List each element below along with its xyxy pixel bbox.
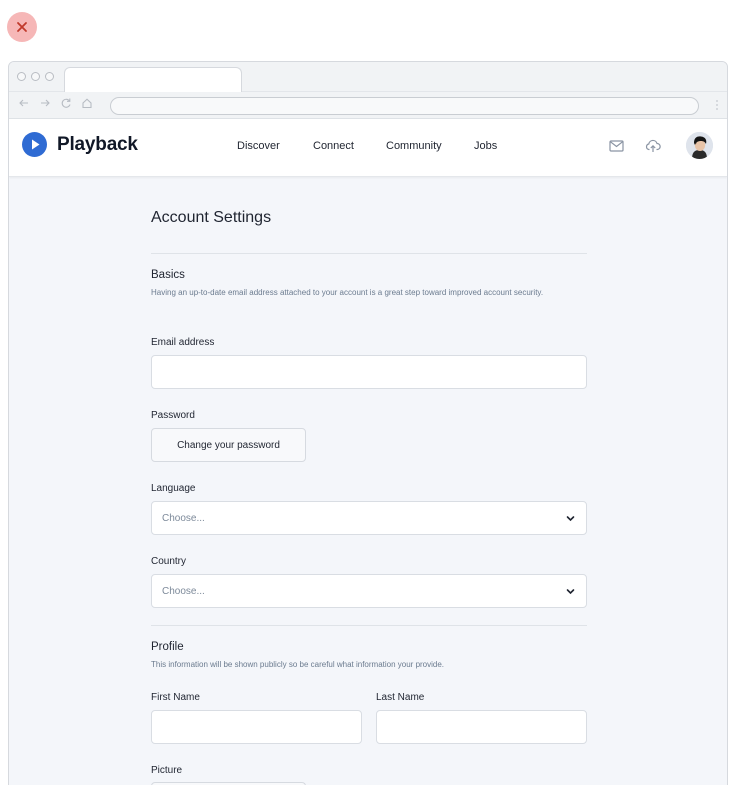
window-controls bbox=[17, 72, 54, 81]
section-title-profile: Profile bbox=[151, 641, 184, 653]
password-label: Password bbox=[151, 410, 195, 421]
back-arrow-icon[interactable] bbox=[18, 97, 30, 109]
mail-icon bbox=[609, 139, 624, 152]
browser-titlebar bbox=[9, 62, 727, 93]
brand-logo[interactable]: Playback bbox=[22, 132, 138, 157]
last-name-field[interactable] bbox=[376, 710, 587, 744]
divider bbox=[151, 625, 587, 626]
section-description-profile: This information will be shown publicly … bbox=[151, 660, 445, 669]
upload-icon bbox=[645, 139, 661, 152]
app-navbar: Playback Discover Connect Community Jobs bbox=[9, 119, 727, 177]
play-logo-icon bbox=[22, 132, 47, 157]
first-name-label: First Name bbox=[151, 692, 200, 703]
window-minimize-dot[interactable] bbox=[31, 72, 40, 81]
last-name-label: Last Name bbox=[376, 692, 425, 703]
address-bar[interactable] bbox=[110, 97, 699, 115]
email-field[interactable] bbox=[151, 355, 587, 389]
brand-name: Playback bbox=[57, 133, 138, 155]
section-title-basics: Basics bbox=[151, 269, 185, 281]
browser-toolbar bbox=[9, 92, 727, 119]
more-menu-icon[interactable] bbox=[715, 98, 719, 112]
nav-jobs[interactable]: Jobs bbox=[474, 140, 497, 152]
country-label: Country bbox=[151, 556, 187, 567]
chevron-down-icon bbox=[566, 589, 575, 595]
email-label: Email address bbox=[151, 337, 215, 348]
country-select[interactable]: Choose... bbox=[151, 574, 587, 608]
home-icon[interactable] bbox=[81, 97, 93, 109]
messages-button[interactable] bbox=[609, 139, 624, 152]
forward-arrow-icon[interactable] bbox=[39, 97, 51, 109]
window-close-dot[interactable] bbox=[17, 72, 26, 81]
browser-window: Playback Discover Connect Community Jobs bbox=[8, 61, 728, 785]
nav-connect[interactable]: Connect bbox=[313, 140, 386, 152]
picture-label: Picture bbox=[151, 765, 183, 776]
nav-discover[interactable]: Discover bbox=[237, 140, 313, 152]
section-description-basics: Having an up-to-date email address attac… bbox=[151, 288, 544, 297]
language-select-value: Choose... bbox=[162, 513, 205, 524]
close-button[interactable] bbox=[7, 12, 37, 42]
language-select[interactable]: Choose... bbox=[151, 501, 587, 535]
upload-button[interactable] bbox=[645, 139, 661, 153]
country-select-value: Choose... bbox=[162, 586, 205, 597]
user-avatar[interactable] bbox=[686, 132, 713, 159]
window-maximize-dot[interactable] bbox=[45, 72, 54, 81]
chevron-down-icon bbox=[566, 516, 575, 522]
nav-community[interactable]: Community bbox=[386, 140, 474, 152]
language-label: Language bbox=[151, 483, 196, 494]
first-name-field[interactable] bbox=[151, 710, 362, 744]
reload-icon[interactable] bbox=[60, 97, 72, 109]
main-menu: Discover Connect Community Jobs bbox=[237, 140, 497, 152]
divider bbox=[151, 253, 587, 254]
page-title: Account Settings bbox=[151, 209, 272, 226]
close-icon bbox=[17, 22, 27, 32]
change-password-button[interactable]: Change your password bbox=[151, 428, 306, 462]
browser-tab[interactable] bbox=[64, 67, 242, 93]
